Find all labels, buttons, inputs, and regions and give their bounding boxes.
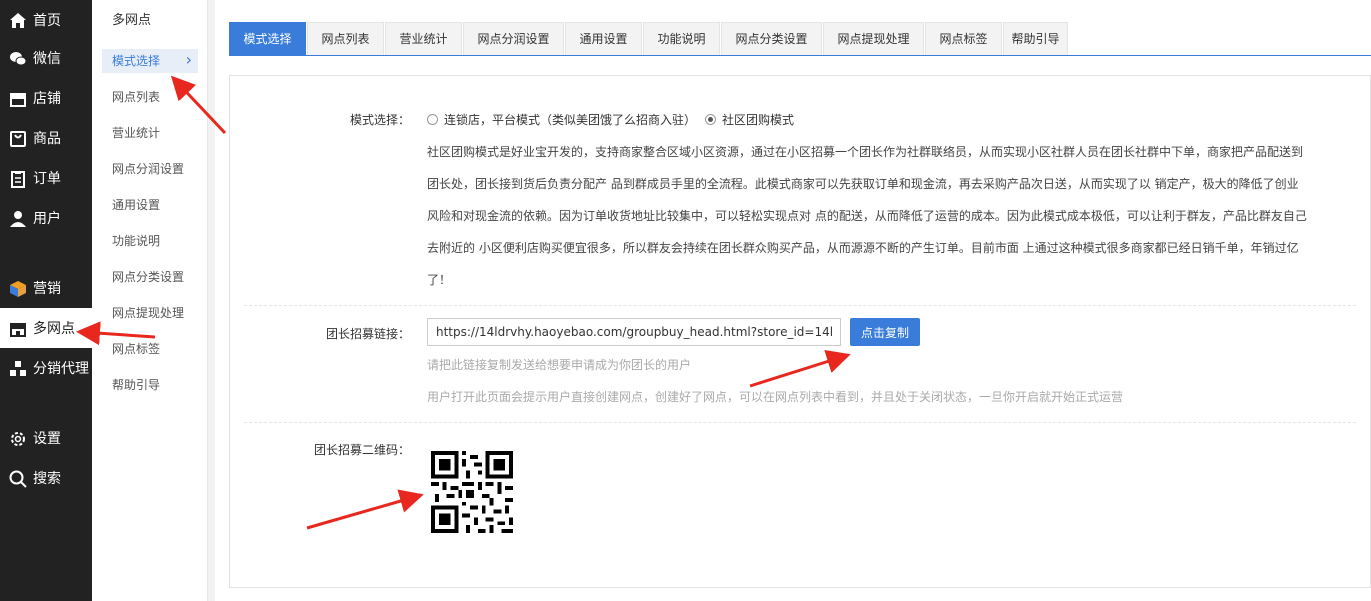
nav-item-store[interactable]: 店铺 <box>0 78 92 118</box>
subnav-title: 多网点 <box>112 13 152 28</box>
nav-label: 搜索 <box>33 471 61 487</box>
tab-withdraw[interactable]: 网点提现处理 <box>823 22 924 55</box>
radio-chain-label: 连锁店，平台模式（类似美团饿了么招商入驻） <box>444 113 697 127</box>
mode-description: 社区团购模式是好业宝开发的，支持商家整合区域小区资源，通过在小区招募一个团长作为… <box>427 145 1307 287</box>
nav-label: 订单 <box>33 171 61 187</box>
user-icon <box>9 210 26 227</box>
nav-item-settings[interactable]: 设置 <box>0 418 92 458</box>
nav-label: 用户 <box>33 211 61 227</box>
recruit-qr-code <box>431 451 513 533</box>
tab-mode[interactable]: 模式选择 <box>229 22 306 55</box>
nav-item-wechat[interactable]: 微信 <box>0 38 92 78</box>
nav-label: 微信 <box>33 51 61 67</box>
tab-stats[interactable]: 营业统计 <box>385 22 462 55</box>
tab-outlet-list[interactable]: 网点列表 <box>307 22 384 55</box>
tab-profit[interactable]: 网点分润设置 <box>463 22 564 55</box>
nav-item-goods[interactable]: 商品 <box>0 118 92 158</box>
radio-community-label: 社区团购模式 <box>722 113 795 127</box>
goods-icon <box>9 130 26 147</box>
multi-outlet-icon <box>9 320 26 337</box>
subnav-item-withdraw[interactable]: 网点提现处理 <box>102 301 198 325</box>
gear-icon <box>9 430 25 446</box>
radio-dot-selected <box>705 114 716 125</box>
tab-bar: 模式选择 网点列表 营业统计 网点分润设置 通用设置 功能说明 网点分类设置 网… <box>229 22 1371 56</box>
nav-item-user[interactable]: 用户 <box>0 198 92 238</box>
divider <box>244 305 1356 306</box>
subnav-item-tags[interactable]: 网点标签 <box>102 337 198 361</box>
nav-item-multi-outlet[interactable]: 多网点 <box>0 308 92 348</box>
nav-item-marketing[interactable]: 营销 <box>0 268 92 308</box>
nav-label: 商品 <box>33 131 61 147</box>
link-hint-detail: 用户打开此页面会提示用户直接创建网点，创建好了网点，可以在网点列表中看到，并且处… <box>427 390 1124 404</box>
nav-label: 分销代理 <box>33 361 89 377</box>
nav-item-home[interactable]: 首页 <box>0 0 92 40</box>
marketing-icon <box>9 280 26 297</box>
distribution-icon <box>9 360 26 376</box>
nav-label: 营销 <box>33 281 61 297</box>
tab-general[interactable]: 通用设置 <box>565 22 642 55</box>
subnav-item-profit[interactable]: 网点分润设置 <box>102 157 198 181</box>
radio-dot <box>427 114 438 125</box>
search-icon <box>9 470 27 488</box>
settings-panel: 模式选择： 连锁店，平台模式（类似美团饿了么招商入驻） 社区团购模式 社区团购模… <box>229 75 1371 588</box>
wechat-icon <box>9 50 27 66</box>
subnav-item-stats[interactable]: 营业统计 <box>102 121 198 145</box>
store-icon <box>9 90 26 107</box>
nav-label: 首页 <box>33 13 61 29</box>
tab-tags[interactable]: 网点标签 <box>925 22 1002 55</box>
nav-item-search[interactable]: 搜索 <box>0 458 92 498</box>
nav-label: 多网点 <box>33 321 75 337</box>
tab-help[interactable]: 帮助引导 <box>1003 22 1068 55</box>
copy-link-button[interactable]: 点击复制 <box>850 318 920 346</box>
subnav-item-category[interactable]: 网点分类设置 <box>102 265 198 289</box>
nav-label: 设置 <box>33 431 61 447</box>
qr-label: 团长招募二维码： <box>313 443 410 457</box>
subnav-item-outlet-list[interactable]: 网点列表 <box>102 85 198 109</box>
subnav-item-help[interactable]: 帮助引导 <box>102 373 198 397</box>
subnav-item-general[interactable]: 通用设置 <box>102 193 198 217</box>
divider <box>244 422 1356 423</box>
mode-label: 模式选择： <box>349 113 410 127</box>
nav-item-order[interactable]: 订单 <box>0 158 92 198</box>
main-nav: 首页 微信 店铺 商品 订单 用户 营销 多网点 分销代理 设置 搜索 <box>0 0 92 601</box>
app-root: 首页 微信 店铺 商品 订单 用户 营销 多网点 分销代理 设置 搜索 多网点 … <box>0 0 1371 601</box>
subnav-item-mode[interactable]: 模式选择 <box>102 48 198 73</box>
home-icon <box>9 12 26 28</box>
radio-community-mode[interactable]: 社区团购模式 <box>705 111 794 128</box>
link-label: 团长招募链接： <box>325 327 410 341</box>
radio-chain-mode[interactable]: 连锁店，平台模式（类似美团饿了么招商入驻） <box>427 111 696 128</box>
subnav-item-features[interactable]: 功能说明 <box>102 229 198 253</box>
recruit-link-input[interactable] <box>427 318 841 346</box>
sub-nav: 多网点 模式选择 网点列表 营业统计 网点分润设置 通用设置 功能说明 网点分类… <box>92 0 208 601</box>
main-content: 模式选择 网点列表 营业统计 网点分润设置 通用设置 功能说明 网点分类设置 网… <box>215 0 1371 601</box>
order-icon <box>9 170 25 188</box>
tab-category[interactable]: 网点分类设置 <box>721 22 822 55</box>
tab-features[interactable]: 功能说明 <box>643 22 720 55</box>
link-hint: 请把此链接复制发送给想要申请成为你团长的用户 <box>427 358 692 372</box>
nav-label: 店铺 <box>33 91 61 107</box>
nav-item-distribution[interactable]: 分销代理 <box>0 348 92 388</box>
